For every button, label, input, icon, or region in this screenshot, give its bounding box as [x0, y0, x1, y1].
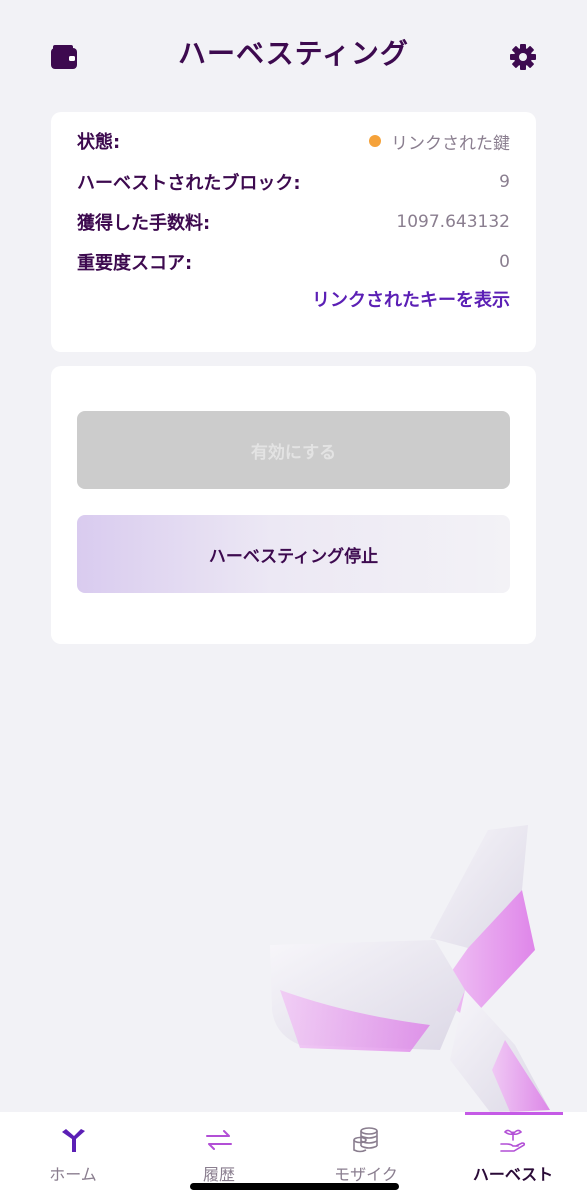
app-header: ハーベスティング: [0, 0, 587, 100]
activate-button[interactable]: 有効にする: [77, 411, 510, 489]
importance-score-row: 重要度スコア: 0: [77, 247, 510, 277]
importance-score-value: 0: [499, 252, 510, 272]
stop-harvesting-button[interactable]: ハーベスティング停止: [77, 515, 510, 593]
harvesting-status-card: 状態: リンクされた鍵 ハーベストされたブロック: 9 獲得した手数料: 109…: [51, 112, 536, 352]
tab-mosaics-label: モザイク: [334, 1165, 398, 1184]
harvested-blocks-value: 9: [499, 172, 510, 192]
status-text: リンクされた鍵: [391, 133, 510, 154]
status-value: リンクされた鍵: [369, 129, 510, 154]
harvested-blocks-row: ハーベストされたブロック: 9: [77, 167, 510, 197]
status-row: 状態: リンクされた鍵: [77, 126, 510, 156]
hand-sprout-icon: [500, 1129, 526, 1152]
tab-harvest-label: ハーベスト: [472, 1165, 554, 1184]
tab-home-label: ホーム: [49, 1165, 97, 1184]
fees-earned-value: 1097.643132: [396, 212, 510, 232]
harvested-blocks-label: ハーベストされたブロック:: [77, 173, 301, 194]
fees-earned-label: 獲得した手数料:: [77, 213, 211, 234]
page-title: ハーベスティング: [178, 37, 409, 70]
gear-icon[interactable]: [509, 43, 537, 71]
view-linked-keys-link[interactable]: リンクされたキーを表示: [312, 286, 510, 312]
fees-earned-row: 獲得した手数料: 1097.643132: [77, 207, 510, 237]
decorative-logo-graphic: [270, 825, 550, 1112]
transfer-arrows-icon: [206, 1130, 232, 1150]
home-indicator: [190, 1183, 399, 1190]
tab-harvest[interactable]: ハーベスト: [440, 1112, 586, 1200]
tab-home[interactable]: ホーム: [0, 1112, 146, 1200]
tab-history-label: 履歴: [202, 1165, 235, 1184]
symbol-logo-icon: [62, 1129, 85, 1152]
coins-stack-icon: [353, 1127, 378, 1153]
importance-score-label: 重要度スコア:: [77, 253, 193, 274]
status-dot-icon: [369, 135, 381, 147]
harvesting-actions-card: 有効にする ハーベスティング停止: [51, 366, 536, 644]
status-label: 状態:: [77, 132, 121, 153]
